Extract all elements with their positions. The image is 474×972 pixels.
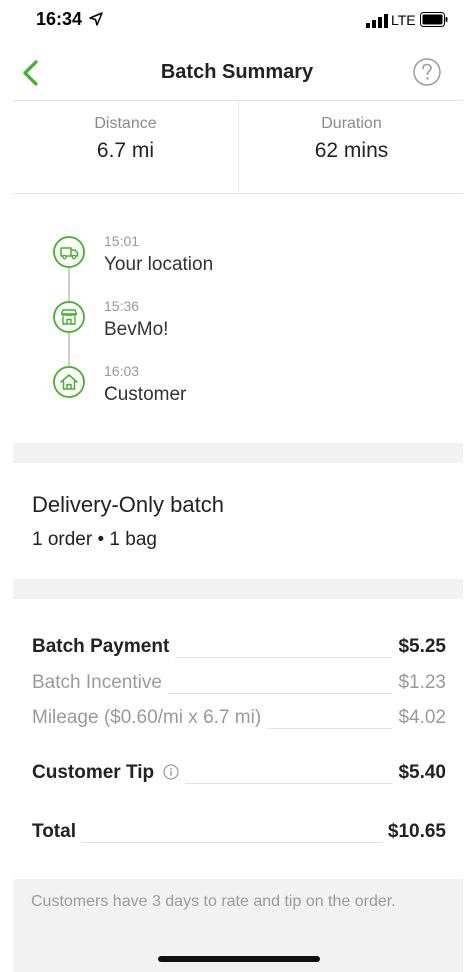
batch-type: Delivery-Only batch xyxy=(32,492,224,517)
location-arrow-icon xyxy=(89,12,103,26)
stop-time: 16:03 xyxy=(104,363,140,379)
incentive-label: Batch Incentive xyxy=(32,672,168,694)
tip-label-group: Customer Tip xyxy=(32,762,186,784)
total-value: $10.65 xyxy=(381,821,446,843)
distance-label: Distance xyxy=(94,115,157,132)
page-title: Batch Summary xyxy=(160,61,314,83)
status-time: 16:34 xyxy=(36,9,83,29)
duration-stat: Duration 62 mins xyxy=(239,115,464,163)
total-label: Total xyxy=(32,821,82,843)
section-separator xyxy=(13,443,463,463)
duration-label: Duration xyxy=(321,115,382,132)
batch-meta: 1 order • 1 bag xyxy=(32,529,157,550)
home-icon xyxy=(53,366,85,398)
nav-bar: Batch Summary xyxy=(0,44,474,100)
total-row: Total $10.65 xyxy=(32,821,446,847)
stop-label: Customer xyxy=(104,384,187,405)
duration-value: 62 mins xyxy=(314,139,389,162)
stop-time: 15:01 xyxy=(104,233,140,249)
signal-icon xyxy=(366,14,388,28)
store-icon xyxy=(53,301,85,333)
mileage-value: $4.02 xyxy=(392,707,446,729)
mileage-label: Mileage ($0.60/mi x 6.7 mi) xyxy=(32,707,268,729)
help-icon[interactable] xyxy=(412,57,442,87)
incentive-row: Batch Incentive $1.23 xyxy=(32,672,446,698)
home-indicator[interactable] xyxy=(158,956,320,962)
tip-row: Customer Tip $5.40 xyxy=(32,762,446,788)
stop-label: Your location xyxy=(104,254,214,275)
batch-payment-label: Batch Payment xyxy=(32,636,176,658)
truck-icon xyxy=(53,236,85,268)
incentive-value: $1.23 xyxy=(392,672,446,694)
status-bar: 16:34 LTE xyxy=(0,0,474,44)
info-icon[interactable] xyxy=(163,764,179,780)
distance-stat: Distance 6.7 mi xyxy=(13,115,238,163)
batch-payment-value: $5.25 xyxy=(392,636,446,658)
network-label: LTE xyxy=(391,12,416,28)
batch-payment-row: Batch Payment $5.25 xyxy=(32,636,446,662)
mileage-row: Mileage ($0.60/mi x 6.7 mi) $4.02 xyxy=(32,707,446,733)
stop-label: BevMo! xyxy=(104,319,169,340)
footer-note: Customers have 3 days to rate and tip on… xyxy=(31,893,396,910)
battery-icon xyxy=(420,12,448,27)
stats-divider xyxy=(13,193,463,194)
section-separator xyxy=(13,579,463,599)
distance-value: 6.7 mi xyxy=(96,139,155,162)
stop-time: 15:36 xyxy=(104,298,140,314)
tip-label: Customer Tip xyxy=(32,762,155,783)
tip-value: $5.40 xyxy=(392,762,446,784)
